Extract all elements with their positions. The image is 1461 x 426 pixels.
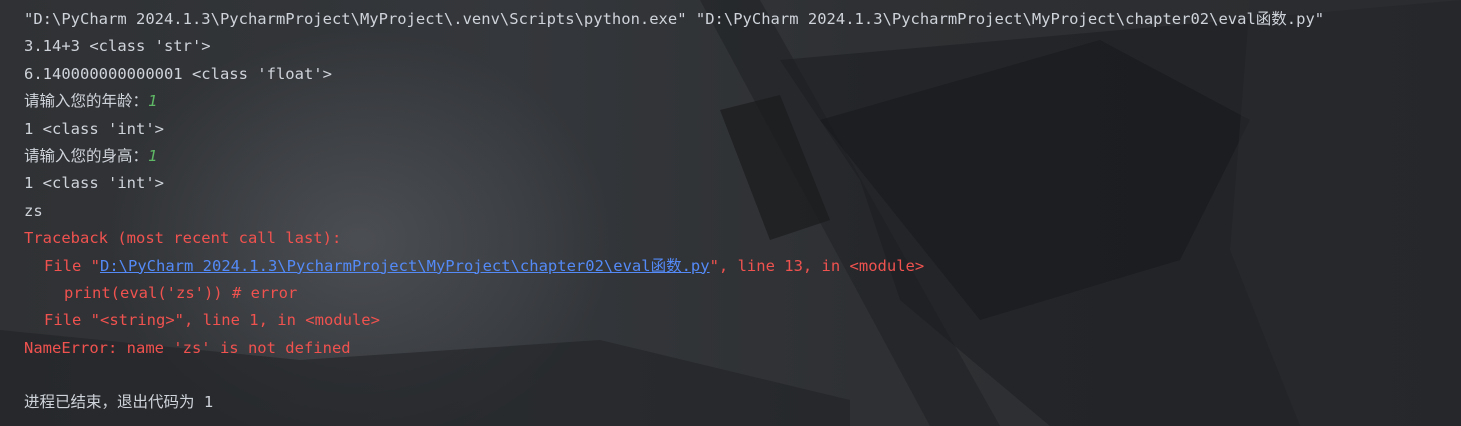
- output-line: 1 <class 'int'>: [24, 174, 164, 193]
- output-line: 3.14+3 <class 'str'>: [24, 37, 211, 56]
- run-command-line: "D:\PyCharm 2024.1.3\PycharmProject\MyPr…: [24, 10, 1325, 28]
- source-file-link[interactable]: D:\PyCharm 2024.1.3\PycharmProject\MyPro…: [100, 257, 710, 275]
- output-line: 1 <class 'int'>: [24, 119, 164, 138]
- user-input: 1: [148, 92, 158, 111]
- input-prompt-line: 请输入您的年龄：1: [24, 90, 1461, 117]
- console-output: "D:\PyCharm 2024.1.3\PycharmProject\MyPr…: [24, 8, 1461, 419]
- input-prompt: 请输入您的身高：: [24, 146, 149, 165]
- error-message: NameError: name 'zs' is not defined: [24, 338, 351, 357]
- traceback-code: print(eval('zs')) # error: [64, 283, 298, 302]
- output-line: 6.140000000000001 <class 'float'>: [24, 64, 332, 83]
- traceback-frame: File "D:\PyCharm 2024.1.3\PycharmProject…: [24, 255, 1461, 282]
- traceback-header: Traceback (most recent call last):: [24, 229, 342, 248]
- traceback-frame-prefix: File ": [44, 256, 100, 275]
- traceback-frame-suffix: ", line 13, in <module>: [709, 256, 925, 275]
- output-line: zs: [24, 201, 43, 220]
- run-console: "D:\PyCharm 2024.1.3\PycharmProject\MyPr…: [0, 0, 1461, 426]
- input-prompt: 请输入您的年龄：: [24, 92, 149, 111]
- input-prompt-line: 请输入您的身高：1: [24, 145, 1461, 172]
- user-input: 1: [148, 146, 158, 165]
- traceback-frame: File "<string>", line 1, in <module>: [44, 311, 380, 330]
- exit-message: 进程已结束，退出代码为 1: [24, 393, 214, 412]
